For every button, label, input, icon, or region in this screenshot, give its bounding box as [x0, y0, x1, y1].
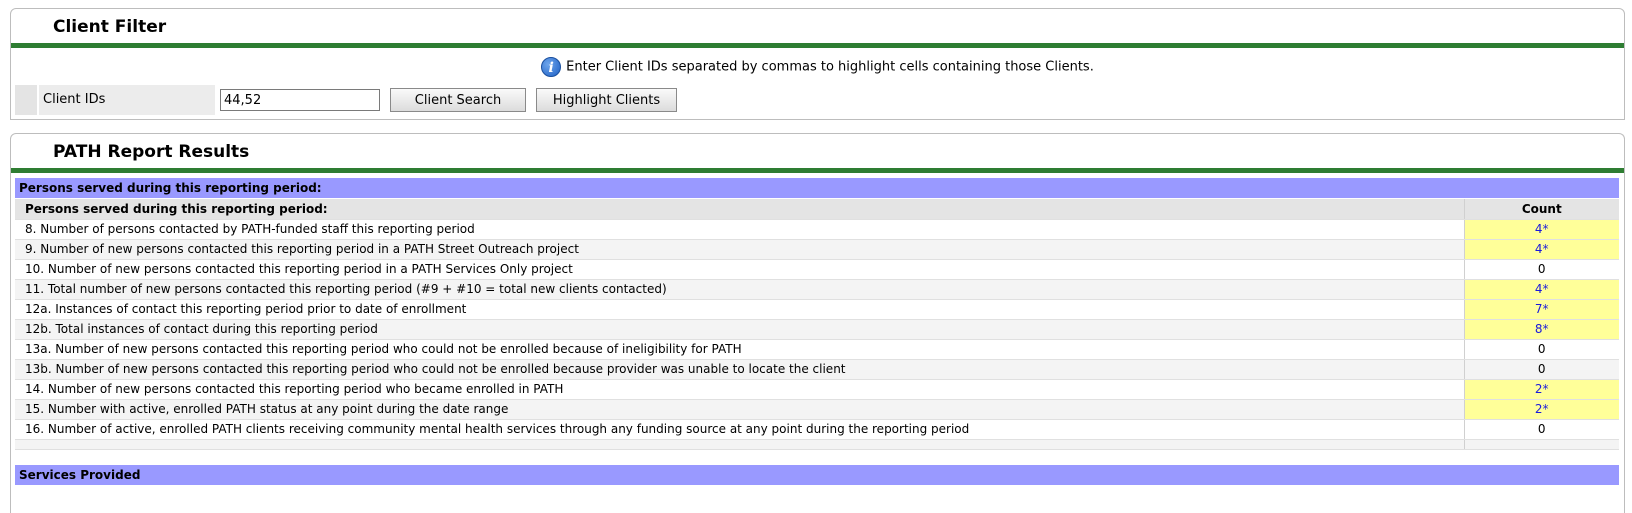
row-count-cell: 2*	[1463, 399, 1619, 420]
row-count-cell: 4*	[1463, 239, 1619, 260]
info-icon: i	[541, 57, 562, 77]
section-services-provided: Services Provided	[15, 465, 1619, 485]
row-count-cell: 8*	[1463, 319, 1619, 340]
row-count-link[interactable]: 4*	[1535, 242, 1549, 256]
row-count-link[interactable]: 7*	[1535, 302, 1549, 316]
client-ids-input[interactable]	[220, 89, 380, 111]
row-label: 12b. Total instances of contact during t…	[15, 319, 1464, 340]
row-count-cell: 4*	[1463, 219, 1619, 240]
table-row: 12a. Instances of contact this reporting…	[15, 299, 1619, 320]
row-label: 10. Number of new persons contacted this…	[15, 259, 1464, 280]
row-label: 13b. Number of new persons contacted thi…	[15, 359, 1464, 380]
row-count: 0	[1463, 419, 1619, 440]
row-count-cell: 7*	[1463, 299, 1619, 320]
client-filter-header: Client Filter	[11, 9, 1624, 48]
client-filter-title: Client Filter	[53, 17, 167, 37]
row-count: 0	[1463, 259, 1619, 280]
table-spacer-row	[15, 439, 1619, 450]
persons-served-table: Persons served during this reporting per…	[15, 199, 1619, 450]
row-count-link[interactable]: 4*	[1535, 282, 1549, 296]
row-count-link[interactable]: 2*	[1535, 382, 1549, 396]
row-label: 14. Number of new persons contacted this…	[15, 379, 1464, 400]
table-row: 11. Total number of new persons contacte…	[15, 279, 1619, 300]
row-count: 0	[1463, 339, 1619, 360]
table-row: 16. Number of active, enrolled PATH clie…	[15, 419, 1619, 440]
row-count-cell: 2*	[1463, 379, 1619, 400]
row-count-link[interactable]: 8*	[1535, 322, 1549, 336]
report-results-panel: PATH Report Results Persons served durin…	[10, 133, 1625, 513]
row-stub	[15, 85, 37, 115]
header-count: Count	[1463, 199, 1619, 220]
row-count: 0	[1463, 359, 1619, 380]
row-label: 13a. Number of new persons contacted thi…	[15, 339, 1464, 360]
section-persons-served: Persons served during this reporting per…	[15, 178, 1619, 198]
client-ids-row: Client IDs Client Search Highlight Clien…	[15, 85, 715, 115]
spacer-cell	[15, 439, 1464, 450]
table-row: 14. Number of new persons contacted this…	[15, 379, 1619, 400]
table-header-row: Persons served during this reporting per…	[15, 199, 1619, 220]
table-row: 12b. Total instances of contact during t…	[15, 319, 1619, 340]
row-label: 16. Number of active, enrolled PATH clie…	[15, 419, 1464, 440]
client-filter-panel: Client Filter i Enter Client IDs separate…	[10, 8, 1625, 120]
table-row: 13b. Number of new persons contacted thi…	[15, 359, 1619, 380]
row-label: 12a. Instances of contact this reporting…	[15, 299, 1464, 320]
row-label: 9. Number of new persons contacted this …	[15, 239, 1464, 260]
table-row: 9. Number of new persons contacted this …	[15, 239, 1619, 260]
header-label: Persons served during this reporting per…	[15, 199, 1464, 220]
row-label: 15. Number with active, enrolled PATH st…	[15, 399, 1464, 420]
row-count-link[interactable]: 4*	[1535, 222, 1549, 236]
report-results-header: PATH Report Results	[11, 134, 1624, 173]
row-label: 11. Total number of new persons contacte…	[15, 279, 1464, 300]
row-count-link[interactable]: 2*	[1535, 402, 1549, 416]
spacer-cell	[1463, 439, 1619, 450]
highlight-clients-button[interactable]: Highlight Clients	[536, 88, 677, 112]
report-results-title: PATH Report Results	[53, 142, 250, 162]
info-text: Enter Client IDs separated by commas to …	[566, 59, 1094, 75]
table-row: 13a. Number of new persons contacted thi…	[15, 339, 1619, 360]
row-count-cell: 4*	[1463, 279, 1619, 300]
client-ids-label: Client IDs	[39, 85, 215, 115]
row-label: 8. Number of persons contacted by PATH-f…	[15, 219, 1464, 240]
table-row: 8. Number of persons contacted by PATH-f…	[15, 219, 1619, 240]
table-row: 10. Number of new persons contacted this…	[15, 259, 1619, 280]
client-search-button[interactable]: Client Search	[390, 88, 526, 112]
table-row: 15. Number with active, enrolled PATH st…	[15, 399, 1619, 420]
info-message: i Enter Client IDs separated by commas to…	[11, 57, 1624, 79]
